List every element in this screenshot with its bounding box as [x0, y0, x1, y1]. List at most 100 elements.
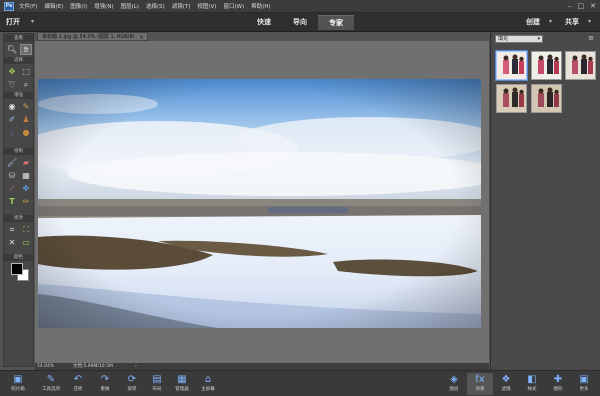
redo-button[interactable]: ↷ 重做 [92, 373, 118, 395]
effect-thumbnail[interactable] [496, 51, 527, 80]
menu-image[interactable]: 图像(I) [70, 2, 87, 10]
undo-icon: ↶ [73, 374, 83, 385]
tab-guided[interactable]: 导向 [282, 15, 318, 30]
brush-icon[interactable]: 🖌︎ [6, 157, 18, 168]
status-more-icon[interactable]: › [135, 363, 137, 370]
paint-bucket-icon[interactable]: ⛁ [6, 170, 18, 181]
more-label: 更多 [579, 387, 589, 392]
menu-filter[interactable]: 滤镜(T) [172, 2, 191, 10]
sponge-icon[interactable]: ● [20, 127, 32, 138]
tool-options-icon: ✎ [46, 374, 56, 385]
eyedropper-icon[interactable]: ⟋ [6, 183, 18, 194]
layout-button[interactable]: ▤ 布局 [144, 373, 170, 395]
effect-thumbnail[interactable] [531, 84, 562, 113]
tool-options-button[interactable]: ✎ 工具选项 [36, 373, 66, 395]
eye-icon[interactable]: ◉ [6, 101, 18, 112]
section-modify: 修改 [4, 215, 33, 222]
layout-icon: ▤ [152, 374, 162, 385]
create-dropdown-icon[interactable]: ▾ [549, 18, 552, 25]
menu-help[interactable]: 帮助(H) [251, 2, 270, 10]
content-move-icon[interactable]: ✕ [6, 237, 18, 248]
document-tab[interactable]: 未标题-1.jpg @ 54.0% (图层 1, RGB/8) × [37, 32, 148, 41]
menu-window[interactable]: 窗口(W) [223, 2, 244, 10]
menu-enhance[interactable]: 增强(N) [94, 2, 113, 10]
effect-category-dropdown[interactable]: 填充 ▾ [495, 35, 543, 43]
menu-view[interactable]: 视图(V) [197, 2, 216, 10]
eraser-icon[interactable]: ▰ [20, 157, 32, 168]
document-image [38, 79, 481, 328]
marquee-icon[interactable]: ⬚ [20, 66, 32, 77]
photo-bin-label: 照片箱 [11, 387, 25, 392]
photo-bin-icon: ▣ [13, 374, 23, 385]
shape-icon[interactable]: ✤ [20, 183, 32, 194]
more-icon: ▣ [579, 374, 589, 385]
type-icon[interactable]: T [6, 196, 18, 207]
smart-brush-icon[interactable]: ✐ [6, 114, 18, 125]
hand-icon[interactable]: ✋︎ [20, 44, 32, 55]
create-button[interactable]: 创建 [526, 17, 540, 27]
effects-icon: fx [475, 374, 485, 385]
styles-icon: ◧ [527, 374, 537, 385]
open-button[interactable]: 打开 [6, 17, 20, 27]
tab-expert[interactable]: 专家 [318, 15, 354, 30]
effect-thumbnail[interactable] [565, 51, 596, 80]
menu-file[interactable]: 文件(F) [19, 2, 37, 10]
close-document-icon[interactable]: × [139, 33, 144, 40]
effect-thumbnail[interactable] [496, 84, 527, 113]
photo-bin-button[interactable]: ▣ 照片箱 [5, 373, 31, 395]
quick-select-icon[interactable]: ⌕ [20, 79, 32, 90]
foreground-color-swatch[interactable] [11, 263, 23, 275]
status-bar: 54.04% 文档:5.99M/10.5M › [35, 363, 489, 370]
lasso-icon[interactable]: ➰ [6, 79, 18, 90]
pencil-icon[interactable]: ✏︎ [20, 196, 32, 207]
menu-select[interactable]: 选择(S) [146, 2, 165, 10]
blur-icon[interactable]: 💧︎ [6, 127, 18, 138]
effects-label: 效果 [475, 387, 485, 392]
filters-button[interactable]: ❖ 滤镜 [493, 373, 519, 395]
menu-edit[interactable]: 编辑(E) [44, 2, 63, 10]
rotate-button[interactable]: ⟳ 旋转 [119, 373, 145, 395]
canvas-area[interactable] [35, 41, 489, 363]
clone-stamp-icon[interactable]: ♟ [20, 114, 32, 125]
zoom-icon[interactable]: 🔍︎ [6, 44, 18, 55]
redo-icon: ↷ [100, 374, 110, 385]
graphics-button[interactable]: ✚ 图形 [545, 373, 571, 395]
gradient-icon[interactable]: ▦ [20, 170, 32, 181]
section-color: 颜色 [4, 254, 33, 261]
bottom-taskbar: ▣ 照片箱 ✎ 工具选项 ↶ 还原 ↷ 重做 ⟳ 旋转 ▤ 布局 ▦ 管理器 ⌂… [0, 370, 600, 396]
graphics-icon: ✚ [553, 374, 563, 385]
section-view: 查看 [4, 35, 33, 42]
panel-menu-icon[interactable]: ≡ [588, 34, 594, 42]
tab-quick[interactable]: 快速 [246, 15, 282, 30]
more-button[interactable]: ▣ 更多 [571, 373, 597, 395]
styles-label: 样式 [527, 387, 537, 392]
share-dropdown-icon[interactable]: ▾ [588, 18, 591, 25]
straighten-icon[interactable]: ▭ [20, 237, 32, 248]
close-button[interactable]: ✕ [590, 2, 596, 10]
move-icon[interactable]: ✥ [6, 66, 18, 77]
styles-button[interactable]: ◧ 样式 [519, 373, 545, 395]
undo-button[interactable]: ↶ 还原 [65, 373, 91, 395]
maximize-button[interactable]: □ [578, 2, 585, 10]
home-button[interactable]: ⌂ 主屏幕 [195, 373, 221, 395]
organizer-button[interactable]: ▦ 管理器 [169, 373, 195, 395]
filters-icon: ❖ [501, 374, 511, 385]
crop-icon[interactable]: ⌗ [6, 224, 18, 235]
window-controls: – □ ✕ [568, 2, 596, 10]
recompose-icon[interactable]: ⛶ [20, 224, 32, 235]
effect-thumbnail[interactable] [531, 51, 562, 80]
zoom-value[interactable]: 54.04% [37, 363, 54, 370]
minimize-button[interactable]: – [568, 2, 572, 10]
menu-layer[interactable]: 图层(L) [121, 2, 139, 10]
share-button[interactable]: 共享 [565, 17, 579, 27]
layers-button[interactable]: ◈ 图层 [441, 373, 467, 395]
redo-label: 重做 [100, 387, 110, 392]
open-dropdown-icon[interactable]: ▾ [31, 18, 34, 25]
mode-tabs: 快速 导向 专家 [246, 15, 354, 30]
graphics-label: 图形 [553, 387, 563, 392]
spot-heal-icon[interactable]: ✎ [20, 101, 32, 112]
layout-label: 布局 [152, 387, 162, 392]
effects-button[interactable]: fx 效果 [467, 373, 493, 395]
document-title: 未标题-1.jpg @ 54.0% (图层 1, RGB/8) [42, 34, 135, 40]
mode-bar: 打开 ▾ 快速 导向 专家 创建 ▾ 共享 ▾ [0, 13, 600, 32]
